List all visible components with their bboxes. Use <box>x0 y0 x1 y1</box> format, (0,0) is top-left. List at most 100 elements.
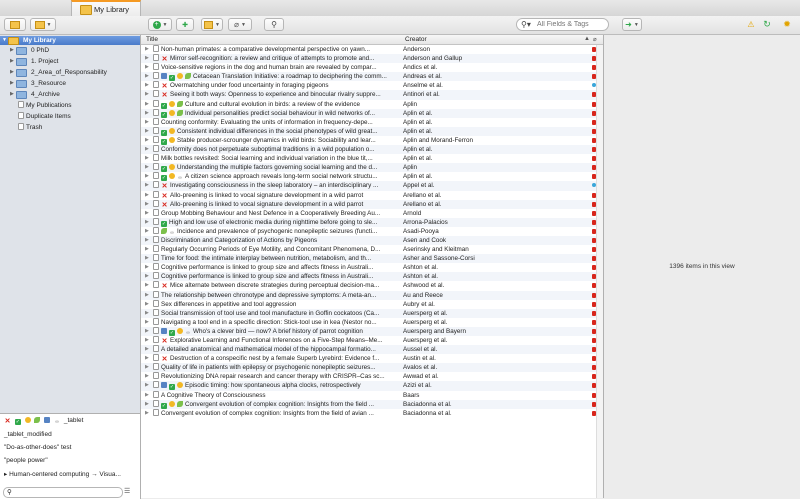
expand-row-icon[interactable]: ▶ <box>145 327 151 336</box>
expand-row-icon[interactable]: ▶ <box>145 354 151 363</box>
table-row[interactable]: ▶ Cognitive performance is linked to grou… <box>141 263 603 272</box>
table-row[interactable]: ▶ ✓ Understanding the multiple factors gov… <box>141 163 603 173</box>
table-row[interactable]: ▶ Voice-sensitive regions in the dog and … <box>141 63 603 72</box>
sidebar-item-project[interactable]: ▶ 1. Project <box>0 57 140 66</box>
table-row[interactable]: ▶ Regularly Occurring Periods of Eye Moti… <box>141 245 603 254</box>
table-row[interactable]: ▶ ✓ Stable producer-scrounger dynamics in … <box>141 135 603 145</box>
x-tag-icon[interactable]: ✕ <box>4 418 11 425</box>
sidebar-item-my-library[interactable]: ▼ My Library <box>0 36 140 45</box>
table-row[interactable]: ▶ Quality of life in patients with epilep… <box>141 363 603 373</box>
locate-button[interactable]: ➜ ▼ <box>622 18 642 31</box>
table-row[interactable]: ▶ ✓ ∞ Who's a clever bird — now? A brief hi… <box>141 326 603 336</box>
add-by-identifier-button[interactable]: ✚ <box>176 18 194 31</box>
expand-row-icon[interactable]: ▶ <box>145 163 151 172</box>
expand-row-icon[interactable]: ▶ <box>145 218 151 227</box>
expand-row-icon[interactable]: ▶ <box>145 90 151 99</box>
sidebar-item-trash[interactable]: Trash <box>0 123 158 132</box>
expand-row-icon[interactable]: ▶ <box>145 127 151 136</box>
table-row[interactable]: ▶ Cognitive performance is linked to grou… <box>141 272 603 282</box>
expand-row-icon[interactable]: ▶ <box>145 336 151 345</box>
expand-row-icon[interactable]: ▶ <box>145 363 151 372</box>
sync-button[interactable]: ↻ <box>762 18 772 31</box>
tag-tablet-modified[interactable]: _tablet_modified <box>4 431 52 438</box>
advanced-search-button[interactable]: ⚲ <box>264 18 284 31</box>
table-row[interactable]: ▶ ✓ Individual personalities predict socia… <box>141 108 603 118</box>
expand-row-icon[interactable]: ▶ <box>145 409 151 418</box>
tag-tablet[interactable]: _tablet <box>64 417 84 424</box>
expand-row-icon[interactable]: ▶ <box>145 345 151 354</box>
expand-row-icon[interactable]: ▶ <box>145 154 151 163</box>
expand-row-icon[interactable]: ▶ <box>145 191 151 200</box>
table-row[interactable]: ▶ ✕ Seeing it both ways: Openness to exper… <box>141 90 603 100</box>
expand-row-icon[interactable]: ▶ <box>145 263 151 272</box>
table-row[interactable]: ▶ ✓ Cetacean Translation Initiative: a roa… <box>141 72 603 82</box>
tag-filter-input[interactable]: ⚲ <box>3 487 123 498</box>
table-row[interactable]: ▶ ✕ Investigating consciousness in the sle… <box>141 181 603 191</box>
column-title[interactable]: Title <box>146 36 158 43</box>
expand-row-icon[interactable]: ▶ <box>145 172 151 181</box>
expand-row-icon[interactable]: ▶ <box>145 81 151 90</box>
table-row[interactable]: ▶ Discrimination and Categorization of Ac… <box>141 235 603 246</box>
link-tag-icon[interactable]: ∞ <box>54 419 60 425</box>
expand-row-icon[interactable]: ▶ <box>145 281 151 290</box>
new-note-button[interactable]: ▼ <box>201 18 223 31</box>
expand-row-icon[interactable]: ▶ <box>145 181 151 190</box>
table-row[interactable]: ▶ ✕ Explorative Learning and Functional In… <box>141 336 603 345</box>
book-tag-icon[interactable] <box>44 417 51 423</box>
table-row[interactable]: ▶ ✓ Episodic timing: how spontaneous alpha… <box>141 381 603 391</box>
expand-row-icon[interactable]: ▶ <box>145 63 151 72</box>
table-row[interactable]: ▶ A detailed anatomical and mathematical … <box>141 345 603 355</box>
items-scrollbar[interactable] <box>596 45 603 498</box>
table-row[interactable]: ▶ ✓ Consistent individual differences in t… <box>141 126 603 136</box>
leaf-tag-icon[interactable] <box>34 417 41 423</box>
column-creator[interactable]: Creator <box>405 36 427 43</box>
table-row[interactable]: ▶ ✕ Allo-preening is linked to vocal signa… <box>141 199 603 209</box>
expand-row-icon[interactable]: ▶ <box>145 136 151 145</box>
table-row[interactable]: ▶ Non-human primates: a comparative devel… <box>141 45 603 54</box>
table-row[interactable]: ▶ ✕ Allo-preening is linked to vocal signa… <box>141 190 603 200</box>
expand-row-icon[interactable]: ▶ <box>145 400 151 409</box>
table-row[interactable]: ▶ ✓ ∞ A citizen science approach reveals lo… <box>141 172 603 182</box>
table-row[interactable]: ▶ ✓ Culture and cultural evolution in bird… <box>141 99 603 109</box>
actions-button[interactable]: ✹ <box>782 18 792 31</box>
new-item-button[interactable]: + ▼ <box>148 18 172 31</box>
sidebar-item-resource[interactable]: ▶ 3_Resource <box>0 79 140 88</box>
expand-row-icon[interactable]: ▶ <box>145 100 151 109</box>
search-field[interactable]: ⚲▾ <box>516 18 609 31</box>
attachment-column-icon[interactable]: ⌀ <box>593 36 597 43</box>
check-tag-icon[interactable]: ✓ <box>14 419 21 425</box>
table-row[interactable]: ▶ ✕ Mice alternate between discrete strate… <box>141 281 603 290</box>
expand-row-icon[interactable]: ▶ <box>145 272 151 281</box>
expand-row-icon[interactable]: ▶ <box>145 254 151 263</box>
table-row[interactable]: ▶ Convergent evolution of complex cogniti… <box>141 408 603 418</box>
expand-row-icon[interactable]: ▶ <box>145 145 151 154</box>
table-row[interactable]: ▶ Sex differences in appetitive and tool … <box>141 299 603 309</box>
table-row[interactable]: ▶ Counting conformity: Evaluating the uni… <box>141 117 603 127</box>
table-row[interactable]: ▶ Group Mobbing Behaviour and Nest Defenc… <box>141 208 603 218</box>
search-input[interactable] <box>537 20 607 29</box>
tag-people-power[interactable]: "people power" <box>4 457 48 464</box>
expand-row-icon[interactable]: ▶ <box>145 227 151 236</box>
tab-my-library[interactable]: My Library <box>71 0 141 16</box>
table-row[interactable]: ▶ ✕ Overmatching under food uncertainty in… <box>141 81 603 90</box>
table-row[interactable]: ▶ Revolutionizing DNA repair research and… <box>141 372 603 381</box>
expand-row-icon[interactable]: ▶ <box>145 109 151 118</box>
expand-row-icon[interactable]: ▶ <box>145 236 151 245</box>
sidebar-item-phd[interactable]: ▶ 0 PhD <box>0 46 140 55</box>
table-row[interactable]: ▶ ✓ High and low use of electronic media d… <box>141 217 603 227</box>
expand-row-icon[interactable]: ▶ <box>145 309 151 318</box>
expand-row-icon[interactable]: ▶ <box>145 318 151 327</box>
expand-row-icon[interactable]: ▶ <box>145 72 151 81</box>
table-row[interactable]: ▶ Conformity does not perpetuate suboptim… <box>141 145 603 155</box>
table-row[interactable]: ▶ A Cognitive Theory of Consciousness Baar… <box>141 390 603 400</box>
new-library-button[interactable]: ▼ <box>30 18 56 31</box>
tag-human-centered[interactable]: ▸ Human-centered computing → Visua... <box>4 470 121 478</box>
expand-row-icon[interactable]: ▶ <box>145 381 151 390</box>
table-row[interactable]: ▶ Navigating a tool end in a specific dir… <box>141 317 603 327</box>
table-row[interactable]: ▶ Social transmission of tool use and too… <box>141 308 603 318</box>
table-row[interactable]: ▶ Milk bottles revisited: Social learning… <box>141 154 603 163</box>
expand-row-icon[interactable]: ▶ <box>145 200 151 209</box>
table-row[interactable]: ▶ ✓ Convergent evolution of complex cognit… <box>141 399 603 409</box>
expand-row-icon[interactable]: ▶ <box>145 245 151 254</box>
sync-error-button[interactable]: ⚠ <box>746 18 756 31</box>
